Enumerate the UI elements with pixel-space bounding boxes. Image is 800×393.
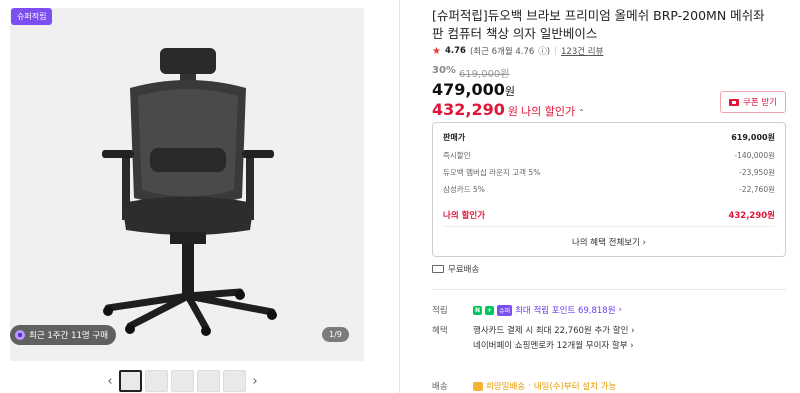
separator: |: [554, 46, 557, 56]
benefit-text: 행사카드 결제 시 최대 22,760원 추가 할인: [473, 326, 629, 336]
breakdown-total-row: 나의 할인가 432,290원: [443, 209, 775, 221]
breakdown-total-value: 432,290원: [728, 211, 775, 221]
breakdown-row: 판매가 619,000원: [443, 132, 775, 143]
product-image[interactable]: [10, 8, 364, 361]
truck-icon: [432, 265, 444, 273]
thumbnail[interactable]: [197, 370, 220, 392]
recent-purchase-badge: 최근 1주간 11명 구매: [10, 325, 117, 345]
view-all-benefits-label: 나의 혜택 전체보기: [571, 238, 640, 248]
thumbnail[interactable]: [171, 370, 194, 392]
shipping-row: 무료배송: [432, 263, 479, 275]
super-points-badge: 슈퍼적립: [11, 8, 53, 25]
sale-price: 479,000원: [432, 80, 515, 99]
prev-arrow-icon[interactable]: ‹: [104, 374, 116, 389]
price-breakdown-box: 판매가 619,000원 즉시할인 -140,000원 듀오백 멤버십 라운지 …: [432, 122, 786, 257]
coupon-button[interactable]: 쿠폰 받기: [720, 91, 786, 113]
benefit-text: 네이버페이 쇼핑멘로카 12개월 무이자 할부: [473, 341, 628, 351]
points-label: 적립: [432, 306, 448, 316]
info-icon[interactable]: ⓘ): [538, 45, 550, 57]
purchase-icon: [15, 330, 25, 340]
delivery-icon: [473, 381, 483, 391]
discount-percent: 30%: [432, 65, 456, 76]
review-link[interactable]: 123건 리뷰: [561, 45, 603, 57]
section-divider: [432, 289, 786, 290]
chair-illustration: [102, 48, 277, 336]
benefit-item[interactable]: 행사카드 결제 시 최대 22,760원 추가 할인 ›: [473, 324, 635, 336]
product-title: [슈퍼적립]듀오백 브라보 프리미엄 올메쉬 BRP-200MN 메쉬좌판 컴퓨…: [432, 8, 765, 41]
delivery-sub: 내일(수)부터 설치 가능: [533, 382, 617, 392]
breakdown-value: -23,950원: [739, 168, 775, 177]
star-icon: ★: [432, 45, 441, 57]
naver-pay-badge: N: [473, 305, 483, 315]
breakdown-value: -22,760원: [739, 185, 775, 194]
breakdown-label: 삼성카드 5%: [443, 185, 485, 194]
breakdown-value: -140,000원: [734, 151, 775, 160]
thumbnail-strip: ‹ ›: [104, 370, 261, 392]
points-text: 최대 적립 포인트 69,818원: [515, 306, 616, 316]
recent-purchase-text: 최근 1주간 11명 구매: [29, 331, 109, 341]
image-pager: 1/9: [322, 327, 349, 342]
plus-badge: +: [485, 305, 495, 315]
breakdown-row: 듀오백 멤버십 라운지 고객 5% -23,950원: [443, 167, 775, 178]
my-price-label: 나의 할인가: [521, 105, 576, 118]
sale-price-value: 479,000: [432, 80, 505, 99]
my-discount-price[interactable]: 432,290 원 나의 할인가 ⌃: [432, 100, 585, 119]
separator-dot: ·: [528, 381, 531, 391]
column-divider: [399, 0, 400, 393]
thumbnail[interactable]: [119, 370, 142, 392]
breakdown-label: 판매가: [443, 133, 466, 142]
delivery-info[interactable]: 희망일배송 · 내일(수)부터 설치 가능: [473, 380, 616, 392]
breakdown-total-label: 나의 할인가: [443, 211, 486, 221]
super-badge: 슈퍼: [497, 304, 513, 316]
product-gallery: 슈퍼적립 최근 1주간 11명 구매 1/9 ‹ ›: [0, 0, 400, 393]
breakdown-value: 619,000원: [731, 133, 775, 142]
delivery-type: 희망일배송: [486, 382, 526, 392]
view-all-benefits-link[interactable]: 나의 혜택 전체보기 ›: [433, 236, 785, 248]
next-arrow-icon[interactable]: ›: [249, 374, 261, 389]
rating-row: ★ 4.76 (최근 6개월 4.76 ⓘ) | 123건 리뷰: [432, 45, 603, 58]
shipping-text: 무료배송: [448, 265, 480, 275]
coupon-label: 쿠폰 받기: [743, 98, 777, 108]
my-price-unit: 원: [507, 105, 518, 118]
original-price: 619,000원: [458, 69, 510, 80]
sale-price-unit: 원: [504, 85, 515, 98]
discount-row: 30% 619,000원: [432, 65, 510, 80]
breakdown-label: 즉시할인: [443, 151, 471, 160]
breakdown-label: 듀오백 멤버십 라운지 고객 5%: [443, 168, 541, 177]
rating-detail: (최근 6개월 4.76: [469, 47, 535, 57]
thumbnail[interactable]: [223, 370, 246, 392]
divider: [443, 226, 775, 227]
rating-score: 4.76: [444, 46, 466, 56]
thumbnail[interactable]: [145, 370, 168, 392]
benefit-item[interactable]: 네이버페이 쇼핑멘로카 12개월 무이자 할부 ›: [473, 339, 634, 351]
benefits-label: 혜택: [432, 326, 448, 336]
coupon-icon: [729, 98, 739, 106]
breakdown-row: 삼성카드 5% -22,760원: [443, 184, 775, 195]
chevron-right-icon: ›: [618, 305, 622, 315]
breakdown-row: 즉시할인 -140,000원: [443, 150, 775, 161]
delivery-label: 배송: [432, 382, 448, 392]
my-price-value: 432,290: [432, 100, 505, 119]
chevron-up-icon[interactable]: ⌃: [578, 108, 585, 117]
points-link[interactable]: N + 슈퍼 최대 적립 포인트 69,818원 ›: [473, 304, 622, 316]
